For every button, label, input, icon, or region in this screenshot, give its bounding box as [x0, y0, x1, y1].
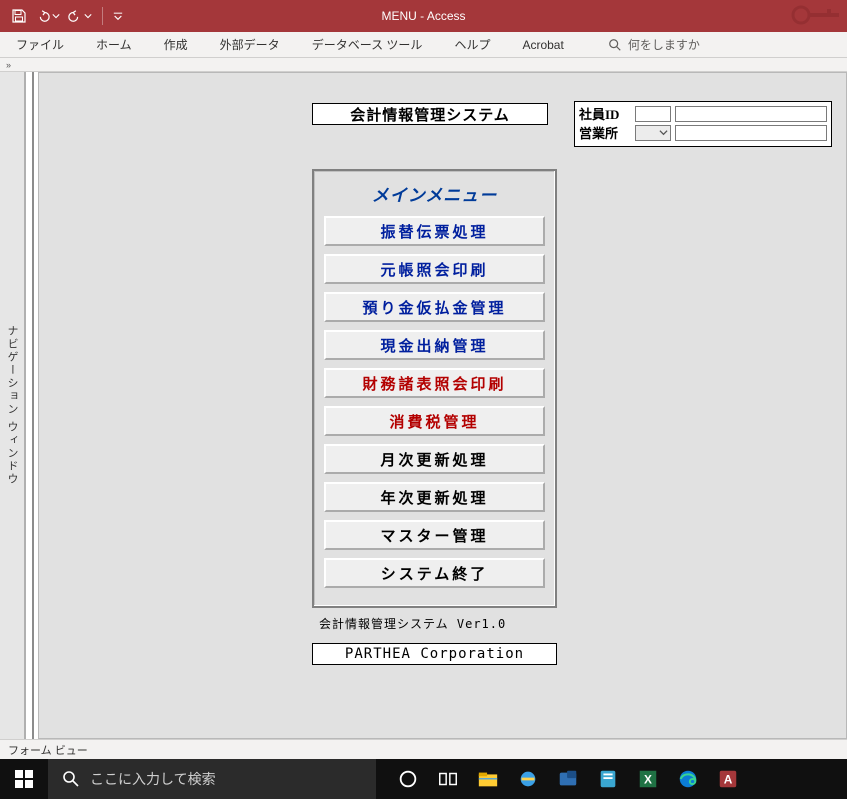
tab-external[interactable]: 外部データ	[214, 32, 286, 57]
tell-me-search[interactable]: 何をしますか	[608, 36, 700, 53]
expand-chevron-icon: »	[6, 60, 11, 70]
menu-transfer-slip[interactable]: 振替伝票処理	[324, 216, 545, 246]
menu-tax-management[interactable]: 消費税管理	[324, 406, 545, 436]
tab-file[interactable]: ファイル	[10, 32, 70, 57]
start-button[interactable]	[0, 759, 48, 799]
undo-button[interactable]	[36, 9, 60, 23]
version-label: 会計情報管理システム Ver1.0	[319, 615, 506, 632]
menu-cash-management[interactable]: 現金出納管理	[324, 330, 545, 360]
main-menu-panel: メインメニュー 振替伝票処理 元帳照会印刷 預り金仮払金管理 現金出納管理 財務…	[312, 169, 557, 608]
quick-access-toolbar	[0, 7, 123, 25]
edge-icon[interactable]	[674, 765, 702, 793]
workspace: ナビゲーション ウィンドウ 会計情報管理システム 社員ID 営業所	[0, 72, 847, 739]
employee-id-field[interactable]	[635, 106, 671, 122]
taskbar-search-placeholder: ここに入力して検索	[90, 769, 216, 789]
title-bar: MENU - Access	[0, 0, 847, 32]
menu-financial-print[interactable]: 財務諸表照会印刷	[324, 368, 545, 398]
menu-master-maintenance[interactable]: マスター管理	[324, 520, 545, 550]
svg-text:X: X	[644, 773, 652, 787]
menu-monthly-update[interactable]: 月次更新処理	[324, 444, 545, 474]
app-decoration-icon	[787, 2, 841, 31]
menu-ledger-print[interactable]: 元帳照会印刷	[324, 254, 545, 284]
windows-logo-icon	[15, 770, 33, 788]
form-surface: 会計情報管理システム 社員ID 営業所 メインメニュー	[38, 72, 847, 739]
ribbon-collapse-strip[interactable]: »	[0, 58, 847, 72]
form-scroll-area: 会計情報管理システム 社員ID 営業所 メインメニュー	[26, 72, 847, 739]
tab-help[interactable]: ヘルプ	[448, 32, 496, 57]
system-title: 会計情報管理システム	[312, 103, 548, 125]
app-icon-1[interactable]	[554, 765, 582, 793]
office-name-field[interactable]	[675, 125, 827, 141]
tab-acrobat[interactable]: Acrobat	[516, 34, 569, 56]
window-title: MENU - Access	[381, 9, 465, 23]
save-icon[interactable]	[10, 7, 28, 25]
svg-text:A: A	[724, 773, 733, 787]
office-label: 営業所	[579, 123, 631, 142]
customize-qat-button[interactable]	[113, 11, 123, 21]
tab-home[interactable]: ホーム	[90, 32, 138, 57]
qat-separator	[102, 7, 103, 25]
navigation-pane-label: ナビゲーション ウィンドウ	[4, 325, 20, 486]
menu-system-exit[interactable]: システム終了	[324, 558, 545, 588]
internet-explorer-icon[interactable]	[514, 765, 542, 793]
tab-dbtools[interactable]: データベース ツール	[306, 32, 429, 57]
status-bar: フォーム ビュー	[0, 739, 847, 759]
main-menu-header: メインメニュー	[324, 181, 545, 206]
file-explorer-icon[interactable]	[474, 765, 502, 793]
navigation-pane-collapsed[interactable]: ナビゲーション ウィンドウ	[0, 72, 26, 739]
taskbar-tray: X A	[376, 765, 847, 793]
employee-info-box: 社員ID 営業所	[574, 101, 832, 147]
search-icon	[62, 770, 80, 788]
menu-yearly-update[interactable]: 年次更新処理	[324, 482, 545, 512]
windows-taskbar: ここに入力して検索 X A	[0, 759, 847, 799]
cortana-icon[interactable]	[394, 765, 422, 793]
menu-deposit-advance[interactable]: 預り金仮払金管理	[324, 292, 545, 322]
chevron-down-icon	[659, 128, 668, 137]
search-icon	[608, 38, 622, 52]
company-label: PARTHEA Corporation	[312, 643, 557, 665]
employee-name-field[interactable]	[675, 106, 827, 122]
chevron-down-icon	[84, 12, 92, 20]
status-text: フォーム ビュー	[8, 742, 88, 758]
excel-icon[interactable]: X	[634, 765, 662, 793]
chevron-down-icon	[52, 12, 60, 20]
ribbon-tabs: ファイル ホーム 作成 外部データ データベース ツール ヘルプ Acrobat…	[0, 32, 847, 58]
tell-me-placeholder: 何をしますか	[628, 36, 700, 53]
employee-id-label: 社員ID	[579, 104, 631, 123]
office-combo[interactable]	[635, 125, 671, 141]
tab-create[interactable]: 作成	[158, 32, 194, 57]
redo-button[interactable]	[68, 9, 92, 23]
task-view-icon[interactable]	[434, 765, 462, 793]
taskbar-search[interactable]: ここに入力して検索	[48, 759, 376, 799]
access-icon[interactable]: A	[714, 765, 742, 793]
app-icon-2[interactable]	[594, 765, 622, 793]
